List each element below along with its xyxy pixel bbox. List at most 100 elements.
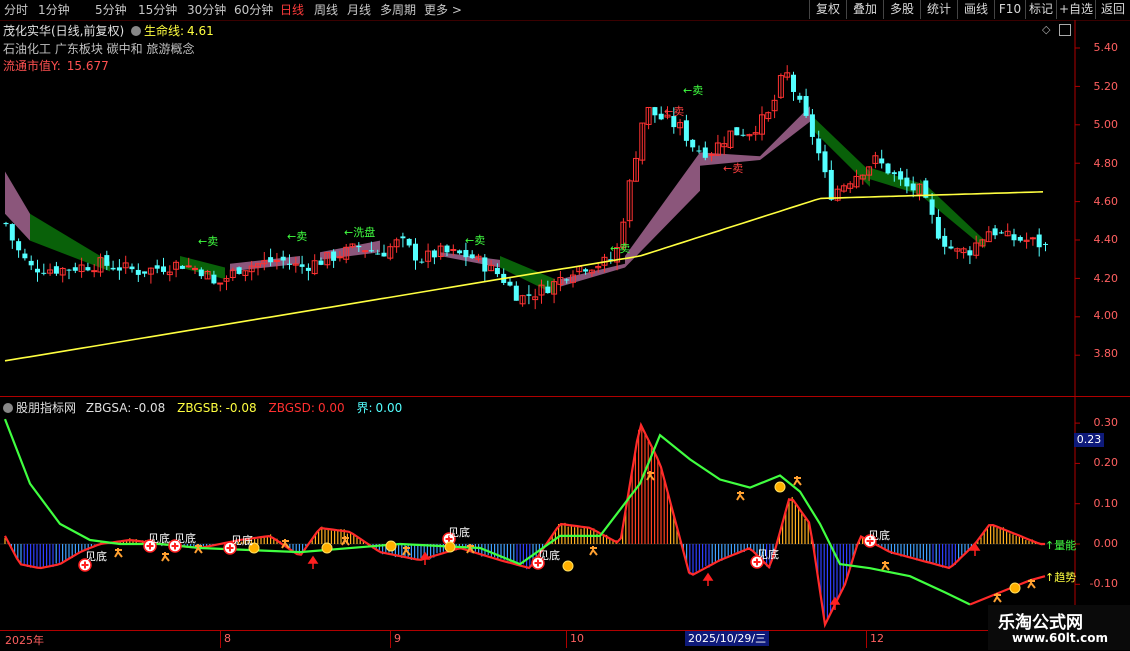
price-tick: 5.20: [1093, 80, 1119, 93]
diamond-icon[interactable]: ◇: [1042, 23, 1050, 36]
candle-body: [898, 171, 904, 180]
overlay-button[interactable]: 叠加: [846, 0, 883, 19]
candle-body: [368, 250, 374, 252]
candle-body: [822, 151, 828, 173]
indicator-axis-ticks: [1075, 422, 1080, 585]
gold-coin-icon: [562, 560, 574, 572]
gold-coin-icon: [321, 542, 333, 554]
indicator-legend: 股朋指标网 ZBGSA: -0.08 ZBGSB: -0.08 ZBGSD: 0.00…: [3, 399, 402, 416]
maximize-icon[interactable]: [1059, 24, 1071, 36]
candle-body: [72, 267, 78, 271]
candle-body: [791, 74, 796, 92]
candle-body: [91, 270, 98, 273]
candle-body: [948, 246, 954, 249]
runner-icon: [993, 593, 1002, 603]
price-tick: 4.40: [1093, 233, 1119, 246]
bottom-label: 见底: [538, 549, 560, 562]
month-divider: [220, 630, 221, 648]
candle-body: [809, 114, 815, 137]
candle-body: [400, 236, 406, 239]
price-tick: 5.00: [1093, 118, 1119, 131]
candle-body: [9, 224, 15, 241]
date-label: 12: [870, 632, 884, 645]
candle-body: [16, 241, 22, 251]
period-tab-multi[interactable]: 多周期: [380, 2, 416, 18]
candle-body: [135, 269, 141, 275]
mark-button[interactable]: 标记: [1025, 0, 1056, 19]
float-cap: 流通市值Y: 15.677: [3, 59, 109, 73]
period-tab-more[interactable]: 更多 >: [424, 2, 462, 18]
candle-body: [910, 183, 916, 191]
runner-icon: [881, 561, 890, 571]
signal-label: ←卖: [683, 84, 704, 97]
gold-coin-icon: [385, 540, 397, 552]
runner-icon: [736, 491, 745, 501]
candle-body: [658, 113, 664, 120]
period-tab-timeshare[interactable]: 分时: [4, 2, 28, 18]
candle-body: [217, 282, 224, 285]
f10-button[interactable]: F10: [994, 0, 1025, 19]
period-tab-monthly[interactable]: 月线: [347, 2, 371, 18]
price-tick: 4.20: [1093, 272, 1119, 285]
draw-line-button[interactable]: 画线: [957, 0, 994, 19]
period-toolbar: 分时 1分钟 5分钟 15分钟 30分钟 60分钟 日线 周线 月线 多周期 更…: [0, 0, 1130, 21]
period-tab-5min[interactable]: 5分钟: [95, 2, 127, 18]
date-axis: [0, 630, 1075, 651]
candle-body: [104, 255, 110, 266]
watermark-brand: 乐淘公式网: [998, 613, 1083, 633]
runner-icon: [161, 552, 170, 562]
candle-body: [545, 286, 551, 294]
indicator-histogram: [4, 426, 1043, 622]
price-tick: 3.80: [1093, 347, 1119, 360]
candle-body: [696, 150, 702, 152]
candle-body: [583, 269, 589, 272]
candle-body: [1029, 237, 1036, 240]
candle-body: [431, 250, 437, 258]
candle-body: [22, 253, 28, 259]
add-favorite-button[interactable]: +自选: [1056, 0, 1095, 19]
price-tick: 5.40: [1093, 41, 1119, 54]
indicator-chart[interactable]: [0, 397, 1130, 630]
candlestick-chart[interactable]: [0, 20, 1130, 397]
life-line-legend: 生命线: 4.61: [131, 22, 214, 39]
stats-button[interactable]: 统计: [920, 0, 957, 19]
sector-tags: 石油化工 广东板块 碳中和 旅游概念: [3, 42, 195, 56]
settings-icon[interactable]: [131, 26, 141, 36]
candle-body: [336, 256, 343, 259]
period-tab-15min[interactable]: 15分钟: [138, 2, 177, 18]
back-button[interactable]: 返回: [1095, 0, 1130, 19]
candle-body: [53, 266, 59, 274]
bottom-label: 见底: [85, 550, 107, 563]
bottom-label: 见底: [148, 532, 170, 545]
candle-body: [494, 267, 500, 275]
period-tab-30min[interactable]: 30分钟: [187, 2, 226, 18]
period-tab-daily[interactable]: 日线: [280, 2, 304, 18]
candle-body: [356, 245, 362, 248]
candle-body: [331, 251, 337, 261]
candle-body: [406, 238, 412, 246]
candle-body: [198, 269, 204, 277]
settings-icon[interactable]: [3, 403, 13, 413]
period-tab-1min[interactable]: 1分钟: [38, 2, 70, 18]
indicator-tick: 0.00: [1093, 537, 1119, 550]
candle-body: [457, 250, 463, 254]
candle-body: [564, 279, 570, 281]
candle-body: [690, 139, 696, 148]
candle-body: [879, 158, 885, 164]
trend-line: [3, 418, 971, 606]
candle-body: [797, 95, 803, 100]
candle-body: [179, 265, 185, 269]
candle-body: [652, 107, 658, 116]
period-tab-weekly[interactable]: 周线: [314, 2, 338, 18]
adjust-button[interactable]: 复权: [809, 0, 846, 19]
multi-stock-button[interactable]: 多股: [883, 0, 920, 19]
candle-body: [116, 267, 122, 271]
month-divider: [566, 630, 567, 648]
candle-body: [967, 250, 973, 256]
period-tab-60min[interactable]: 60分钟: [234, 2, 273, 18]
candle-body: [702, 147, 708, 158]
runner-icon: [402, 546, 411, 556]
stock-title: 茂化实华(日线,前复权): [3, 24, 125, 38]
bottom-label: 见底: [757, 548, 779, 561]
indicator-tick: -0.10: [1089, 577, 1118, 590]
